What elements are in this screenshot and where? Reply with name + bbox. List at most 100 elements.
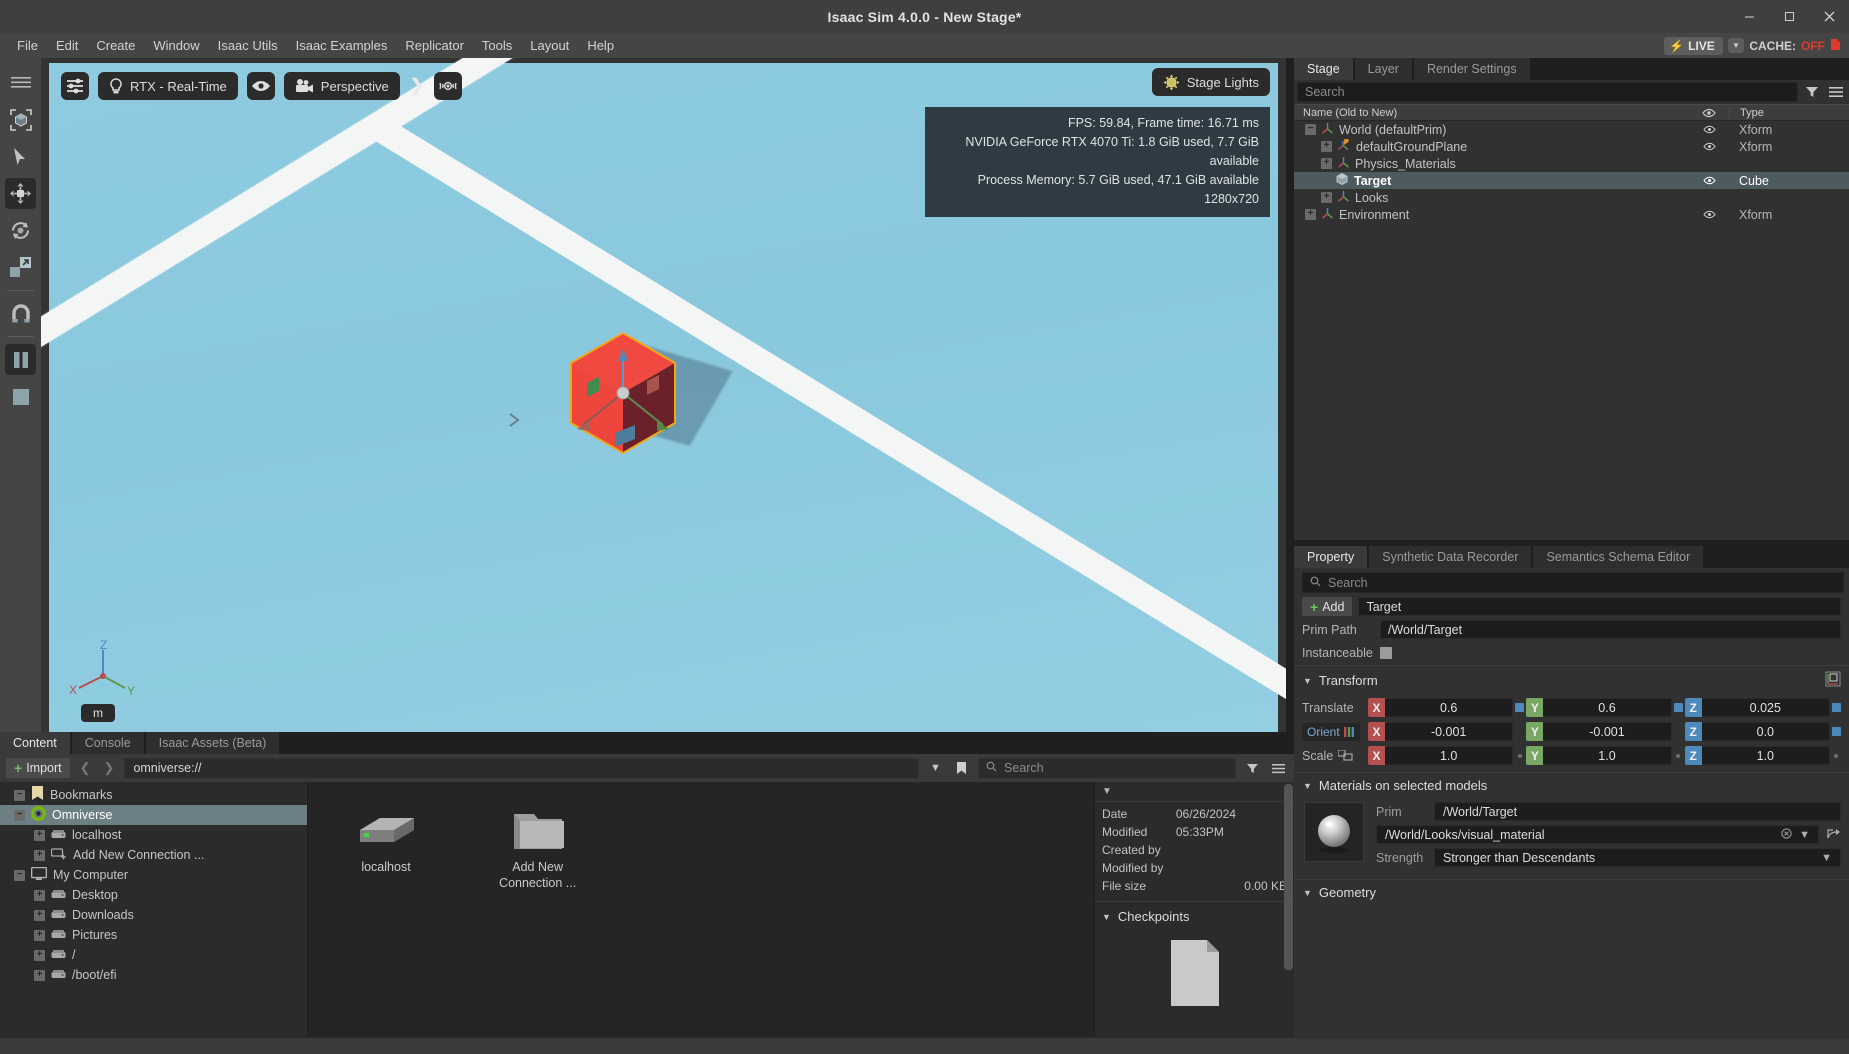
- expander-icon[interactable]: −: [14, 809, 25, 821]
- menu-item-tools[interactable]: Tools: [473, 35, 521, 56]
- bookmark-icon[interactable]: [952, 759, 971, 778]
- hamburger-icon[interactable]: [1269, 759, 1288, 778]
- tab-stage[interactable]: Stage: [1294, 58, 1353, 80]
- stage-lights-button[interactable]: Stage Lights: [1151, 68, 1270, 96]
- content-row-desktop[interactable]: + Desktop: [0, 885, 307, 905]
- materials-section-header[interactable]: ▼ Materials on selected models: [1294, 772, 1849, 797]
- minimize-button[interactable]: [1729, 0, 1769, 33]
- prim-path-field[interactable]: /World/Target: [1380, 620, 1841, 639]
- translate-z-input[interactable]: 0.025: [1701, 698, 1830, 717]
- target-cube-group[interactable]: [549, 321, 733, 481]
- chevron-down-icon[interactable]: ▼: [1799, 829, 1810, 841]
- expander-icon[interactable]: +: [1321, 141, 1332, 152]
- content-row-boot-efi[interactable]: + /boot/efi: [0, 965, 307, 985]
- menu-item-window[interactable]: Window: [144, 35, 208, 56]
- detail-scrollbar[interactable]: [1284, 784, 1293, 970]
- material-prim-field[interactable]: /World/Target: [1434, 802, 1841, 821]
- visibility-eye-icon[interactable]: [1689, 176, 1729, 185]
- visibility-eye-icon[interactable]: [1689, 125, 1729, 134]
- instanceable-checkbox[interactable]: [1380, 646, 1392, 659]
- orient-x-input[interactable]: -0.001: [1385, 722, 1514, 741]
- expander-icon[interactable]: −: [14, 789, 25, 801]
- menu-item-file[interactable]: File: [8, 35, 47, 56]
- visibility-eye-icon[interactable]: [1689, 210, 1729, 219]
- stage-row-target[interactable]: Target Cube: [1294, 172, 1849, 189]
- content-row-pictures[interactable]: + Pictures: [0, 925, 307, 945]
- content-row-root[interactable]: + /: [0, 945, 307, 965]
- detail-collapse-toggle[interactable]: ▼: [1095, 782, 1294, 802]
- axis-gizmo[interactable]: Z X Y m: [67, 638, 145, 722]
- translate-x-link-icon[interactable]: [1513, 703, 1526, 712]
- cache-file-icon[interactable]: [1830, 38, 1841, 54]
- orient-z-link-icon[interactable]: [1830, 727, 1843, 736]
- tab-synthetic-data-recorder[interactable]: Synthetic Data Recorder: [1369, 546, 1532, 568]
- orient-z-input[interactable]: 0.0: [1701, 722, 1830, 741]
- grid-item-add-new-connection[interactable]: Add New Connection ...: [488, 804, 588, 891]
- live-button[interactable]: ⚡ LIVE: [1664, 36, 1723, 55]
- content-row-my-computer[interactable]: − My Computer: [0, 865, 307, 885]
- tab-console[interactable]: Console: [71, 732, 144, 754]
- tab-semantics-schema-editor[interactable]: Semantics Schema Editor: [1533, 546, 1704, 568]
- material-preview-thumbnail[interactable]: [1304, 802, 1364, 862]
- expander-icon[interactable]: +: [1305, 209, 1316, 220]
- visibility-eye-icon[interactable]: [1689, 142, 1729, 151]
- scale-x-input[interactable]: 1.0: [1385, 746, 1514, 765]
- transform-gizmo-icon[interactable]: [1825, 671, 1841, 690]
- translate-y-input[interactable]: 0.6: [1543, 698, 1672, 717]
- eye-icon[interactable]: [246, 72, 275, 100]
- property-search-input[interactable]: Search: [1302, 572, 1844, 593]
- expander-icon[interactable]: +: [34, 949, 45, 961]
- content-row-bookmarks[interactable]: − Bookmarks: [0, 785, 307, 805]
- menu-item-isaac-examples[interactable]: Isaac Examples: [287, 35, 397, 56]
- translate-z-link-icon[interactable]: [1830, 703, 1843, 712]
- content-path-input[interactable]: omniverse://: [124, 757, 919, 779]
- expander-icon[interactable]: +: [34, 889, 45, 901]
- menu-item-isaac-utils[interactable]: Isaac Utils: [209, 35, 287, 56]
- hamburger-icon[interactable]: [1826, 82, 1846, 102]
- chevron-down-icon[interactable]: ▼: [926, 759, 945, 778]
- rotate-tool-icon[interactable]: [5, 215, 36, 246]
- menu-item-help[interactable]: Help: [578, 35, 623, 56]
- live-dropdown-button[interactable]: ▾: [1727, 38, 1745, 53]
- viewport[interactable]: Z X Y m RTX - Real-Time Perspective ❯ St…: [41, 58, 1286, 732]
- filter-icon[interactable]: [1243, 759, 1262, 778]
- import-button[interactable]: + Import: [6, 758, 70, 778]
- stage-row-world[interactable]: − World (defaultPrim) Xform: [1294, 121, 1849, 138]
- grid-item-localhost[interactable]: localhost: [336, 804, 436, 876]
- expander-icon[interactable]: +: [1321, 158, 1332, 169]
- stage-tree[interactable]: − World (defaultPrim) Xform + defaultGro…: [1294, 121, 1849, 541]
- content-search-input[interactable]: Search: [978, 757, 1236, 779]
- menu-icon[interactable]: [5, 67, 36, 98]
- chevron-right-icon[interactable]: ❯: [409, 76, 425, 96]
- scale-z-input[interactable]: 1.0: [1701, 746, 1830, 765]
- stage-row-physics-materials[interactable]: + Physics_Materials: [1294, 155, 1849, 172]
- expander-icon[interactable]: −: [14, 869, 25, 881]
- expander-icon[interactable]: +: [34, 969, 45, 981]
- menu-item-edit[interactable]: Edit: [47, 35, 87, 56]
- stage-search-input[interactable]: Search: [1297, 82, 1798, 102]
- renderer-selector[interactable]: RTX - Real-Time: [98, 72, 238, 100]
- checkpoints-section-header[interactable]: ▼ Checkpoints: [1095, 901, 1294, 930]
- tab-property[interactable]: Property: [1294, 546, 1368, 568]
- expander-icon[interactable]: +: [1321, 192, 1332, 203]
- content-grid[interactable]: localhost Add New Connection ...: [308, 782, 1094, 1054]
- clear-icon[interactable]: [1781, 827, 1792, 842]
- orient-y-input[interactable]: -0.001: [1543, 722, 1672, 741]
- content-row-downloads[interactable]: + Downloads: [0, 905, 307, 925]
- content-row-omniverse[interactable]: − Omniverse: [0, 805, 307, 825]
- content-tree[interactable]: − Bookmarks − Omniverse + localhost + Ad…: [0, 782, 308, 1054]
- filter-icon[interactable]: [1802, 82, 1822, 102]
- column-type[interactable]: Type: [1729, 106, 1849, 119]
- move-tool-icon[interactable]: [5, 178, 36, 209]
- translate-x-input[interactable]: 0.6: [1385, 698, 1514, 717]
- content-row-localhost[interactable]: + localhost: [0, 825, 307, 845]
- viewport-scene[interactable]: Z X Y m RTX - Real-Time Perspective ❯ St…: [41, 58, 1286, 732]
- expander-icon[interactable]: +: [34, 829, 45, 841]
- expander-icon[interactable]: +: [34, 909, 45, 921]
- pause-icon[interactable]: [5, 344, 36, 375]
- transform-section-header[interactable]: ▼ Transform: [1294, 665, 1849, 694]
- close-button[interactable]: [1809, 0, 1849, 33]
- menu-item-create[interactable]: Create: [87, 35, 144, 56]
- translate-y-link-icon[interactable]: [1672, 703, 1685, 712]
- sliders-icon[interactable]: [61, 72, 89, 100]
